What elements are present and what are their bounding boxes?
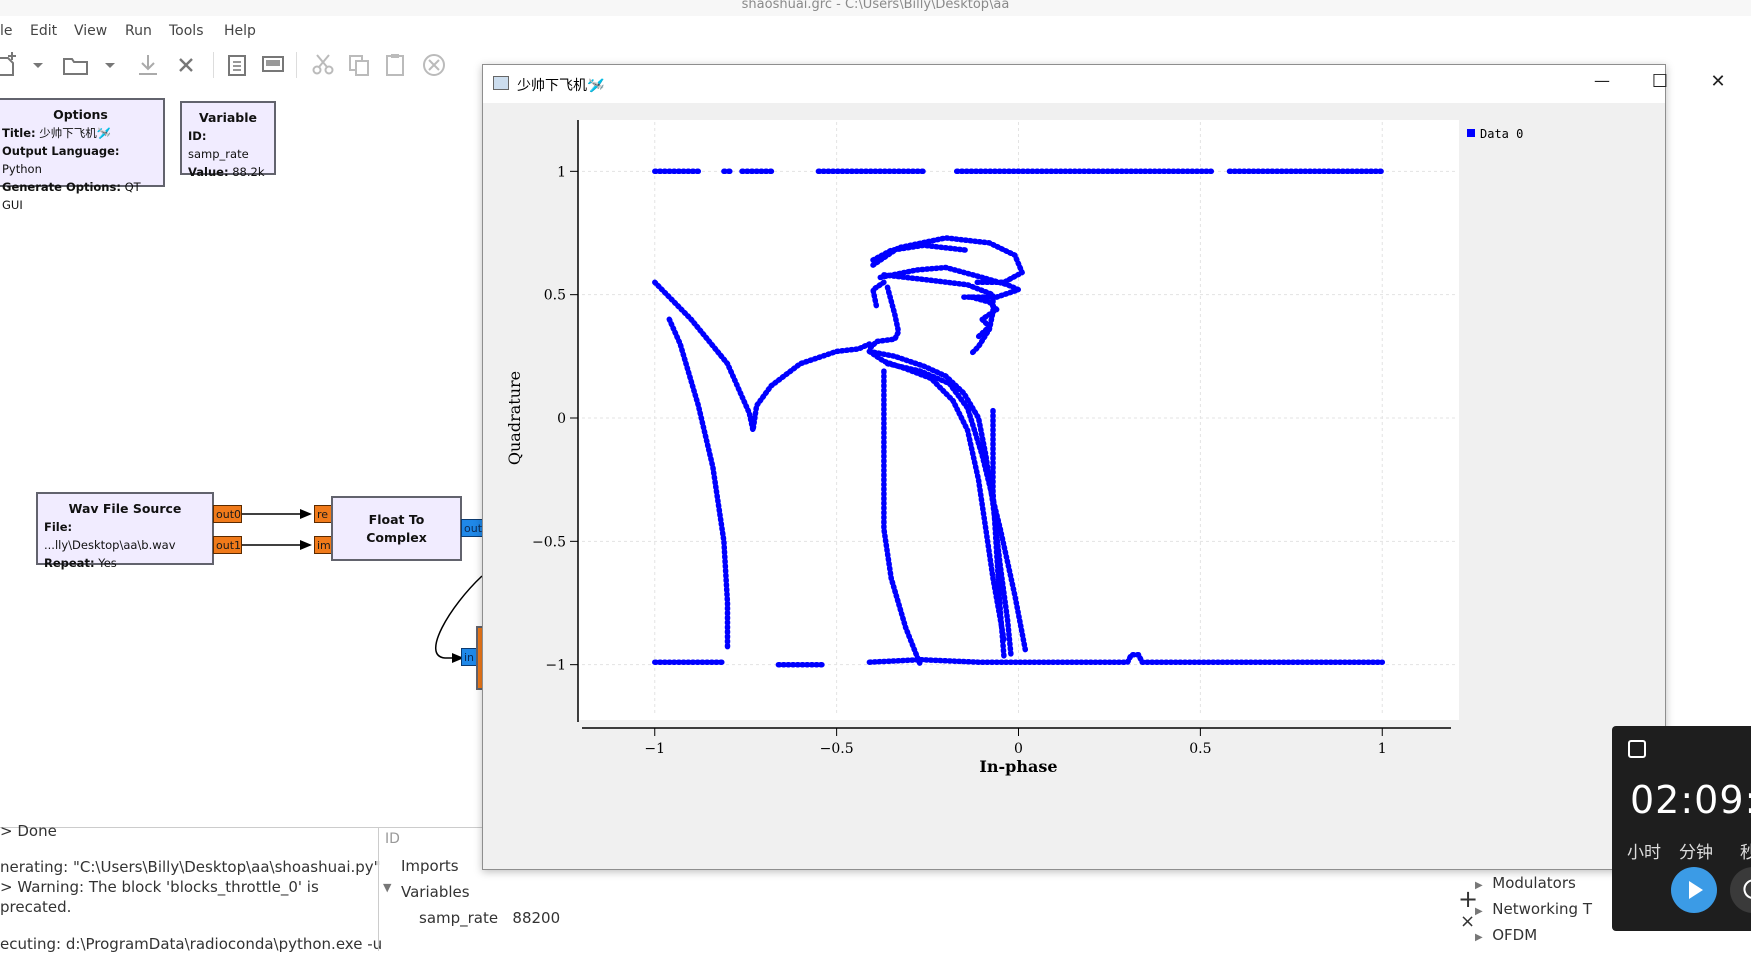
- options-language-row: Output Language: Python: [2, 144, 120, 176]
- wav-file-row: File: ...lly\Desktop\aa\b.wav: [44, 520, 176, 552]
- close-button[interactable]: ✕: [1695, 71, 1741, 97]
- wav-block-title: Wav File Source: [68, 501, 182, 516]
- expand-icon[interactable]: [1628, 740, 1646, 758]
- y-tick-label: −1: [545, 658, 566, 674]
- minutes-label: 分钟: [1679, 843, 1713, 863]
- sink-in-port[interactable]: in: [461, 648, 477, 666]
- menu-file[interactable]: le: [0, 23, 13, 39]
- y-axis-label: Quadrature: [505, 371, 524, 465]
- imports-item[interactable]: Imports: [401, 857, 459, 875]
- menu-run[interactable]: Run: [125, 23, 152, 39]
- expand-arrow-icon: ▶: [1475, 880, 1483, 891]
- maximize-icon: ☐: [1651, 71, 1669, 92]
- options-generate-row: Generate Options: QT GUI: [2, 180, 141, 212]
- flowgraph-canvas[interactable]: Options Title: 少帅下飞机🛩️ Output Language: …: [0, 86, 488, 831]
- plot-background: [578, 120, 1459, 720]
- seconds-label: 秒: [1740, 843, 1751, 863]
- ftc-block-title: Float To Complex: [366, 511, 427, 545]
- qt-plot-window[interactable]: 少帅下飞机🛩️ — ☐ ✕ −1 −0.5 0 0.5 1 1 0.5 0 −0.5 −1 In-p…: [482, 64, 1726, 870]
- menu-tools[interactable]: Tools: [169, 23, 204, 39]
- tree-item-modulators[interactable]: ▶ Modulators: [1475, 874, 1576, 892]
- play-icon: [1689, 881, 1703, 899]
- close-icon[interactable]: [171, 50, 201, 80]
- wav-file-source-block[interactable]: Wav File Source File: ...lly\Desktop\aa\…: [36, 492, 214, 570]
- window-title: shaoshuai.grc - C:\Users\Billy\Desktop\a…: [741, 0, 1010, 12]
- console-line: > Done: [0, 822, 57, 840]
- variable-samp-rate-row[interactable]: samp_rate 88200: [419, 909, 560, 927]
- copy-icon[interactable]: [344, 50, 374, 80]
- float-to-complex-block[interactable]: Float To Complex: [331, 496, 462, 561]
- toolbar-separator: [213, 52, 214, 78]
- id-column-header: ID: [385, 831, 400, 847]
- menu-bar: le Edit View Run Tools Help: [0, 19, 1751, 43]
- x-tick-label: 0: [1014, 741, 1023, 757]
- screen-icon[interactable]: [258, 50, 288, 80]
- expand-arrow-icon: ▶: [1475, 932, 1483, 943]
- delete-icon[interactable]: [419, 50, 449, 80]
- legend-marker: [1467, 129, 1475, 137]
- x-tick-label: −0.5: [820, 741, 854, 757]
- variable-name: samp_rate: [419, 909, 499, 927]
- y-tick-label: −0.5: [532, 534, 566, 550]
- wav-out0-port[interactable]: out0: [213, 505, 242, 523]
- maximize-button[interactable]: ☐: [1637, 71, 1683, 97]
- dropdown-arrow-icon[interactable]: [24, 50, 54, 80]
- console-line: precated.: [0, 898, 72, 916]
- cut-icon[interactable]: [308, 50, 338, 80]
- console-line: ecuting: d:\ProgramData\radioconda\pytho…: [0, 935, 383, 953]
- close-icon: ✕: [1710, 71, 1726, 92]
- save-icon[interactable]: [133, 50, 163, 80]
- x-axis-label: In-phase: [979, 757, 1057, 776]
- console-line: > Warning: The block 'blocks_throttle_0'…: [0, 878, 319, 896]
- y-tick-label: 1: [557, 164, 566, 180]
- variable-id-row: ID: samp_rate: [188, 129, 249, 161]
- remove-variable-button[interactable]: ×: [1460, 911, 1475, 932]
- console-panel[interactable]: > Done nerating: "C:\Users\Billy\Desktop…: [0, 822, 382, 953]
- x-tick-label: 0.5: [1189, 741, 1211, 757]
- open-folder-icon[interactable]: [61, 50, 91, 80]
- console-line: nerating: "C:\Users\Billy\Desktop\aa\sho…: [0, 858, 381, 876]
- block-library-tree: ▶ Modulators ▶ Networking T ▶ OFDM: [1475, 860, 1615, 951]
- variable-block-title: Variable: [198, 110, 258, 125]
- constellation-plot[interactable]: −1 −0.5 0 0.5 1 1 0.5 0 −0.5 −1 In-phase Quadrature…: [483, 103, 1665, 869]
- reset-icon: [1743, 879, 1751, 899]
- clock-timer-widget[interactable]: 02:09:0 小时 分钟 秒: [1612, 726, 1751, 931]
- x-tick-label: 1: [1378, 741, 1387, 757]
- options-title-row: Title: 少帅下飞机🛩️: [2, 126, 112, 140]
- toolbar-separator: [296, 52, 297, 78]
- variable-block[interactable]: Variable ID: samp_rate Value: 88.2k: [180, 101, 276, 179]
- plot-window-titlebar[interactable]: 少帅下飞机🛩️ — ☐ ✕: [483, 65, 1726, 103]
- legend-label: Data 0: [1480, 127, 1523, 141]
- hours-label: 小时: [1627, 843, 1661, 863]
- minimize-button[interactable]: —: [1579, 71, 1625, 97]
- variable-value-row: Value: 88.2k: [188, 165, 265, 179]
- window-title-bar: shaoshuai.grc - C:\Users\Billy\Desktop\a…: [0, 0, 1751, 16]
- variables-item[interactable]: Variables: [401, 883, 470, 901]
- reset-button[interactable]: [1730, 867, 1751, 913]
- variable-value: 88200: [512, 909, 561, 927]
- minimize-icon: —: [1594, 71, 1610, 90]
- menu-view[interactable]: View: [74, 23, 107, 39]
- tree-item-networking[interactable]: ▶ Networking T: [1475, 900, 1592, 918]
- dropdown-arrow-icon[interactable]: [96, 50, 126, 80]
- wav-repeat-row: Repeat: Yes: [44, 556, 117, 570]
- options-block-title: Options: [53, 107, 108, 122]
- paste-icon[interactable]: [380, 50, 410, 80]
- x-tick-label: −1: [644, 741, 665, 757]
- play-button[interactable]: [1671, 867, 1717, 913]
- options-block[interactable]: Options Title: 少帅下飞机🛩️ Output Language: …: [0, 98, 165, 212]
- clipboard-icon[interactable]: [222, 50, 252, 80]
- app-icon: [493, 76, 509, 90]
- new-icon[interactable]: [0, 50, 22, 80]
- timer-display: 02:09:0: [1630, 778, 1751, 822]
- menu-help[interactable]: Help: [224, 23, 256, 39]
- menu-edit[interactable]: Edit: [30, 23, 57, 39]
- y-tick-label: 0.5: [544, 288, 566, 304]
- expand-arrow-icon[interactable]: ▼: [383, 881, 391, 894]
- plot-window-title: 少帅下飞机🛩️: [517, 78, 605, 94]
- tree-item-ofdm[interactable]: ▶ OFDM: [1475, 926, 1537, 944]
- expand-arrow-icon: ▶: [1475, 906, 1483, 917]
- y-tick-label: 0: [557, 411, 566, 427]
- wav-out1-port[interactable]: out1: [213, 536, 242, 554]
